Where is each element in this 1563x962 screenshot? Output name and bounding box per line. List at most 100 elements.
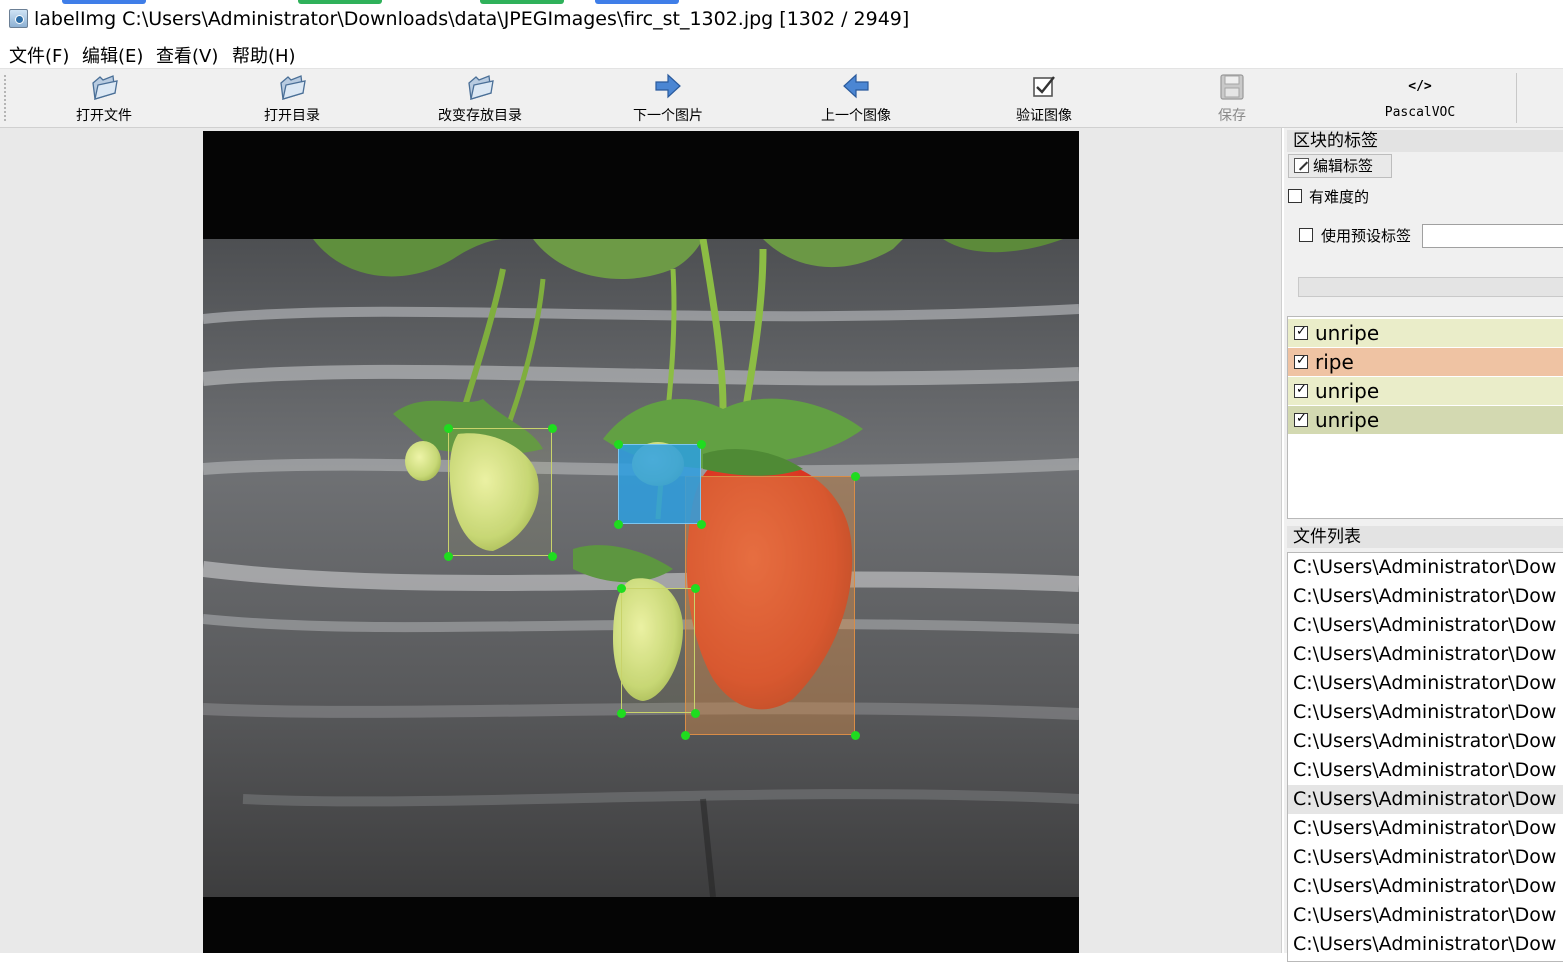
label-list-item[interactable]: ripe: [1288, 348, 1563, 376]
file-list-item[interactable]: C:\Users\Administrator\Dow: [1288, 640, 1563, 669]
bbox-handle[interactable]: [680, 730, 690, 740]
file-list-item[interactable]: C:\Users\Administrator\Dow: [1288, 785, 1563, 814]
open-file-button[interactable]: 打开文件: [24, 69, 184, 127]
file-list-item[interactable]: C:\Users\Administrator\Dow: [1288, 698, 1563, 727]
use-default-label-checkbox[interactable]: [1299, 228, 1313, 242]
right-dock: 区块的标签 编辑标签 有难度的 使用预设标签 unripe ripe unrip…: [1284, 128, 1563, 962]
menu-file[interactable]: 文件(F): [9, 42, 69, 68]
bbox-unripe-selected[interactable]: [618, 444, 701, 524]
file-list-item[interactable]: C:\Users\Administrator\Dow: [1288, 756, 1563, 785]
next-image-label: 下一个图片: [633, 108, 703, 124]
taskbar-accent: [298, 0, 382, 4]
file-list-title: 文件列表: [1287, 526, 1563, 548]
box-labels-title: 区块的标签: [1287, 130, 1563, 152]
arrow-right-icon: [655, 73, 681, 99]
next-image-button[interactable]: 下一个图片: [588, 69, 748, 127]
bbox-handle[interactable]: [616, 583, 626, 593]
folder-open-icon: [468, 75, 494, 100]
file-list-item[interactable]: C:\Users\Administrator\Dow: [1288, 582, 1563, 611]
floppy-disk-icon: [1220, 74, 1244, 100]
toolbar-grip[interactable]: [4, 75, 6, 121]
prev-image-button[interactable]: 上一个图像: [776, 69, 936, 127]
label-text: unripe: [1315, 321, 1380, 345]
menu-bar: 文件(F) 编辑(E) 查看(V) 帮助(H): [0, 38, 1563, 68]
difficult-label: 有难度的: [1309, 188, 1370, 206]
label-visible-checkbox[interactable]: [1294, 411, 1308, 427]
toolbar-separator: [1516, 73, 1517, 123]
label-list-item[interactable]: unripe: [1288, 406, 1563, 434]
bbox-handle[interactable]: [850, 471, 860, 481]
label-list-item[interactable]: unripe: [1288, 319, 1563, 347]
bbox-handle[interactable]: [690, 583, 700, 593]
change-save-dir-label: 改变存放目录: [438, 108, 522, 124]
bbox-handle[interactable]: [613, 519, 623, 529]
label-visible-checkbox[interactable]: [1294, 353, 1308, 369]
file-list-item[interactable]: C:\Users\Administrator\Dow: [1288, 930, 1563, 959]
verify-image-label: 验证图像: [1016, 108, 1072, 124]
edit-label-button[interactable]: 编辑标签: [1288, 154, 1392, 178]
label-text: ripe: [1315, 350, 1354, 374]
bbox-handle[interactable]: [696, 439, 706, 449]
file-list-item[interactable]: C:\Users\Administrator\Dow: [1288, 843, 1563, 872]
use-default-label-text: 使用预设标签: [1321, 227, 1412, 245]
arrow-left-icon: [843, 73, 869, 99]
bbox-handle[interactable]: [547, 423, 557, 433]
save-label: 保存: [1218, 108, 1246, 124]
difficult-checkbox[interactable]: [1288, 189, 1302, 203]
bbox-handle[interactable]: [690, 708, 700, 718]
folder-open-icon: [92, 75, 118, 100]
format-pascalvoc-button[interactable]: </> PascalVOC: [1340, 69, 1500, 127]
label-visible-checkbox[interactable]: [1294, 382, 1308, 398]
bbox-handle[interactable]: [443, 423, 453, 433]
edit-label-text: 编辑标签: [1313, 157, 1374, 175]
progress-bar: [1298, 277, 1563, 297]
taskbar-accent: [62, 0, 146, 4]
change-save-dir-button[interactable]: 改变存放目录: [400, 69, 560, 127]
image-canvas[interactable]: [0, 128, 1282, 953]
bbox-unripe[interactable]: [448, 428, 552, 556]
verify-image-button[interactable]: 验证图像: [964, 69, 1124, 127]
edit-pen-icon: [1294, 158, 1309, 173]
file-list-item[interactable]: C:\Users\Administrator\Dow: [1288, 669, 1563, 698]
file-list-item[interactable]: C:\Users\Administrator\Dow: [1288, 814, 1563, 843]
menu-edit[interactable]: 编辑(E): [82, 42, 143, 68]
bbox-handle[interactable]: [696, 519, 706, 529]
file-list-item[interactable]: C:\Users\Administrator\Dow: [1288, 901, 1563, 930]
folder-open-icon: [280, 75, 306, 100]
file-list-item[interactable]: C:\Users\Administrator\Dow: [1288, 553, 1563, 582]
label-list[interactable]: unripe ripe unripe unripe: [1287, 316, 1563, 519]
bbox-handle[interactable]: [850, 730, 860, 740]
file-list-item[interactable]: C:\Users\Administrator\Dow: [1288, 872, 1563, 901]
bbox-handle[interactable]: [443, 551, 453, 561]
bbox-handle[interactable]: [613, 439, 623, 449]
file-list-item[interactable]: C:\Users\Administrator\Dow: [1288, 727, 1563, 756]
checkbox-check-icon: [1033, 76, 1055, 97]
bbox-handle[interactable]: [547, 551, 557, 561]
open-dir-label: 打开目录: [264, 108, 320, 124]
file-list-item[interactable]: C:\Users\Administrator\Dow: [1288, 611, 1563, 640]
default-label-input[interactable]: [1422, 224, 1563, 248]
bbox-handle[interactable]: [616, 708, 626, 718]
label-list-item[interactable]: unripe: [1288, 377, 1563, 405]
taskbar-accent: [595, 0, 679, 4]
title-bar: labelImg C:\Users\Administrator\Download…: [0, 0, 1563, 38]
bbox-ripe[interactable]: [685, 476, 855, 735]
strawberry-scene: [203, 239, 1079, 897]
toolbar: 打开文件 打开目录 改变存放目录 下一个图片 上一个图像 验证图像 保存 </>…: [0, 68, 1563, 128]
label-visible-checkbox[interactable]: [1294, 324, 1308, 340]
window-title: labelImg C:\Users\Administrator\Download…: [34, 8, 910, 30]
menu-help[interactable]: 帮助(H): [232, 42, 296, 68]
taskbar-accent: [480, 0, 564, 4]
open-file-label: 打开文件: [76, 108, 132, 124]
label-text: unripe: [1315, 408, 1380, 432]
file-list[interactable]: C:\Users\Administrator\Dow C:\Users\Admi…: [1287, 552, 1563, 962]
app-icon: [9, 9, 28, 28]
menu-view[interactable]: 查看(V): [156, 42, 218, 68]
bbox-unripe[interactable]: [621, 588, 695, 713]
prev-image-label: 上一个图像: [821, 108, 891, 124]
format-label: PascalVOC: [1384, 105, 1456, 120]
annotated-photo[interactable]: [203, 131, 1079, 953]
open-dir-button[interactable]: 打开目录: [212, 69, 372, 127]
save-button[interactable]: 保存: [1152, 69, 1312, 127]
code-icon: </>: [1408, 79, 1432, 94]
